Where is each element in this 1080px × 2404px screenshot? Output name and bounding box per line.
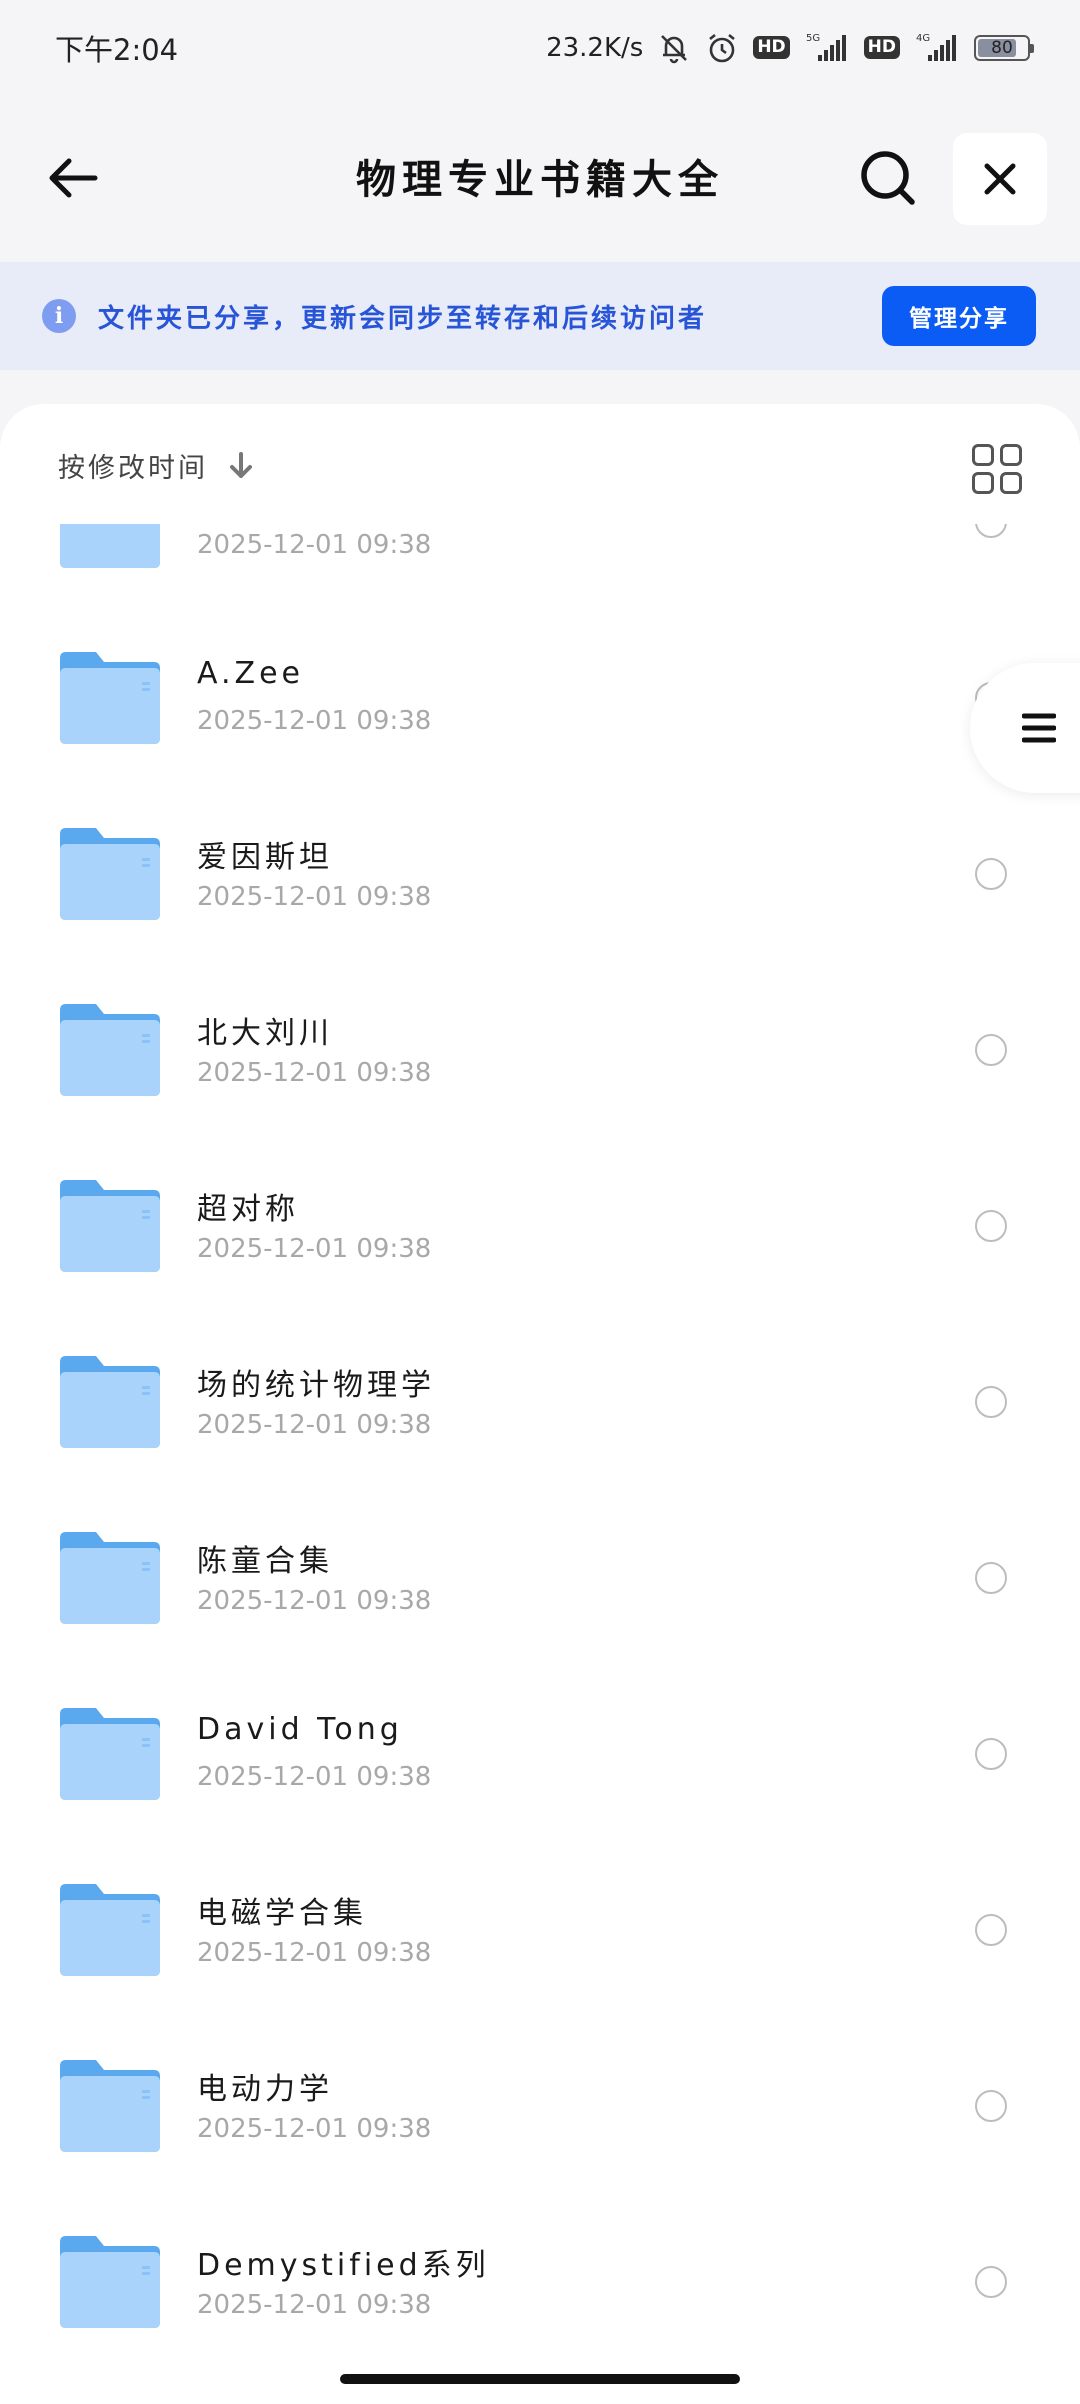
grid-view-icon-cell [1000,444,1022,466]
battery-icon: 80 [974,34,1034,61]
folder-icon [60,1004,160,1096]
folder-icon [60,1356,160,1448]
select-radio[interactable] [975,1210,1007,1242]
folder-date: 2025-12-01 09:38 [197,1058,432,1088]
info-icon: i [42,299,76,333]
folder-icon [60,1180,160,1272]
hd-badge: HD [753,36,790,59]
select-radio[interactable] [975,1738,1007,1770]
search-button[interactable] [855,145,921,211]
select-radio[interactable] [975,2090,1007,2122]
alarm-icon [705,31,739,65]
arrow-down-icon [226,451,256,481]
select-radio[interactable] [975,1386,1007,1418]
list-item[interactable]: 陈童合集 2025-12-01 09:38 [0,1490,1080,1666]
folder-icon [60,1532,160,1624]
select-radio[interactable] [975,858,1007,890]
grid-view-icon [972,444,994,466]
folder-icon [60,1708,160,1800]
signal-5g-icon: 5G [804,31,850,65]
folder-icon [60,652,160,744]
folder-date: 2025-12-01 09:38 [197,1234,432,1264]
share-banner: i 文件夹已分享，更新会同步至转存和后续访问者 管理分享 [0,262,1080,370]
manage-share-button[interactable]: 管理分享 [882,286,1036,346]
folder-name: A.Zee [197,656,304,691]
share-banner-text: 文件夹已分享，更新会同步至转存和后续访问者 [98,303,708,334]
grid-view-icon-cell [1000,472,1022,494]
list-item[interactable]: David Tong 2025-12-01 09:38 [0,1666,1080,1842]
signal-4g-icon: 4G [914,31,960,65]
list-item[interactable]: 北大刘川 2025-12-01 09:38 [0,962,1080,1138]
folder-icon [60,1884,160,1976]
battery-level: 80 [991,37,1013,58]
select-radio[interactable] [975,2266,1007,2298]
folder-icon [60,524,160,568]
list-item[interactable]: 超对称 2025-12-01 09:38 [0,1138,1080,1314]
select-radio[interactable] [975,1914,1007,1946]
sort-control[interactable]: 按修改时间 [58,446,256,485]
select-radio[interactable] [975,1562,1007,1594]
folder-name: 陈童合集 [197,1544,333,1579]
grid-view-icon-cell [972,472,994,494]
folder-date: 2025-12-01 09:38 [197,2290,432,2320]
close-button[interactable] [953,133,1047,225]
folder-date: 2025-12-01 09:38 [197,882,432,912]
folder-name: 电磁学合集 [197,1896,367,1931]
folder-name: 爱因斯坦 [197,840,333,875]
folder-date: 2025-12-01 09:38 [197,1762,432,1792]
header: 物理专业书籍大全 [0,95,1080,260]
file-list-card: 按修改时间 2025-12-01 09:38 A.Zee 2025-12-01 … [0,404,1080,2404]
folder-name: 北大刘川 [197,1016,333,1051]
network-type-4g: 4G [916,33,930,44]
folder-date: 2025-12-01 09:38 [197,530,432,560]
select-radio[interactable] [975,1034,1007,1066]
folder-name: Demystified系列 [197,2248,490,2283]
list-item[interactable]: 爱因斯坦 2025-12-01 09:38 [0,786,1080,962]
list-item[interactable]: A.Zee 2025-12-01 09:38 [0,610,1080,786]
folder-icon [60,2060,160,2152]
bell-muted-icon [657,31,691,65]
file-list[interactable]: 2025-12-01 09:38 A.Zee 2025-12-01 09:38 … [0,524,1080,2404]
status-bar: 下午2:04 23.2K/s HD 5G HD 4G 80 [0,0,1080,95]
list-item[interactable]: 场的统计物理学 2025-12-01 09:38 [0,1314,1080,1490]
network-speed: 23.2K/s [546,32,644,63]
folder-date: 2025-12-01 09:38 [197,1410,432,1440]
list-item[interactable]: 2025-12-01 09:38 [0,524,1080,610]
list-item[interactable]: 电磁学合集 2025-12-01 09:38 [0,1842,1080,2018]
search-icon [861,151,915,205]
select-radio[interactable] [975,524,1007,538]
folder-date: 2025-12-01 09:38 [197,706,432,736]
file-list-inner: 2025-12-01 09:38 A.Zee 2025-12-01 09:38 … [0,524,1080,2370]
grid-view-button[interactable] [972,444,1022,494]
network-type-5g: 5G [806,33,820,44]
folder-name: David Tong [197,1712,403,1747]
folder-name: 电动力学 [197,2072,333,2107]
folder-date: 2025-12-01 09:38 [197,1938,432,1968]
folder-date: 2025-12-01 09:38 [197,2114,432,2144]
menu-icon [1022,713,1056,743]
close-icon [984,163,1016,195]
hd-badge-2: HD [863,36,900,59]
folder-icon [60,828,160,920]
status-icons: 23.2K/s HD 5G HD 4G 80 [546,31,1034,65]
list-item[interactable]: Demystified系列 2025-12-01 09:38 [0,2194,1080,2370]
folder-name: 超对称 [197,1192,299,1227]
home-indicator[interactable] [340,2374,740,2384]
folder-date: 2025-12-01 09:38 [197,1586,432,1616]
sort-label: 按修改时间 [58,453,208,484]
folder-icon [60,2236,160,2328]
status-time: 下午2:04 [55,32,179,67]
list-item[interactable]: 电动力学 2025-12-01 09:38 [0,2018,1080,2194]
folder-name: 场的统计物理学 [197,1368,435,1403]
